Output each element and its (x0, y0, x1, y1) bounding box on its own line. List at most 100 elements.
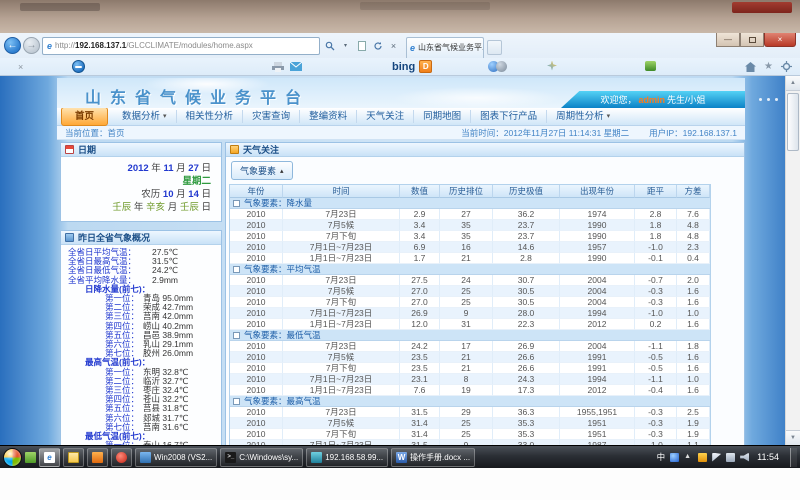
table-cell: -0.5 (635, 363, 677, 374)
printer-icon[interactable] (272, 62, 284, 72)
plugin-icon[interactable] (645, 61, 656, 73)
table-row[interactable]: 20107月下旬31.42535.31951-0.31.9 (230, 429, 710, 440)
browser-tab[interactable]: e 山东省气候业务平... × (406, 37, 484, 58)
table-row[interactable]: 20107月23日24.21726.92004-1.11.8 (230, 341, 710, 352)
table-row[interactable]: 20107月1日~7月23日23.1824.31994-1.11.0 (230, 374, 710, 385)
scroll-down-icon[interactable]: ▼ (786, 430, 800, 445)
taskbar-window-0[interactable]: e (39, 448, 60, 467)
addon-circle-icon[interactable] (72, 60, 85, 73)
table-cell: 2010 (230, 352, 283, 363)
table-section-header[interactable]: 气象要素：最低气温 (230, 330, 710, 341)
nav-item-8[interactable]: 周期性分析▾ (547, 110, 619, 123)
stop-icon[interactable]: × (387, 38, 400, 53)
taskbar-window-7[interactable]: W操作手册.docx ... (391, 448, 475, 467)
summary-group-title: 日降水量(前七)： (61, 285, 219, 294)
section-checkbox[interactable] (233, 200, 240, 207)
pinned-app-icon[interactable] (25, 452, 36, 463)
favorites-star-icon[interactable]: ★ (764, 61, 773, 72)
messenger-icon[interactable] (488, 61, 507, 72)
table-cell: 3.4 (400, 231, 440, 242)
table-cell: 1.9 (677, 418, 710, 429)
scroll-up-icon[interactable]: ▲ (786, 76, 800, 91)
nav-item-1[interactable]: 数据分析▾ (113, 110, 177, 123)
table-row[interactable]: 20107月1日~7月23日6.91614.61957-1.02.3 (230, 242, 710, 253)
tray-update-icon[interactable] (698, 453, 707, 462)
summary-panel-title: 昨日全省气象概况 (78, 231, 150, 244)
summary-panel: 昨日全省气象概况 全省日平均气温：27.5℃全省日最高气温：31.5℃全省日最低… (60, 230, 222, 445)
table-row[interactable]: 20107月5候31.42535.31951-0.31.9 (230, 418, 710, 429)
taskbar-clock[interactable]: 11:54 (757, 452, 779, 462)
search-icon[interactable] (323, 38, 336, 53)
table-row[interactable]: 20107月下旬27.02530.52004-0.31.6 (230, 297, 710, 308)
table-section-header[interactable]: 气象要素：降水量 (230, 198, 710, 209)
show-desktop-button[interactable] (790, 448, 797, 467)
nav-item-6[interactable]: 同期地图 (414, 110, 471, 123)
address-bar[interactable]: e http://192.168.137.1/GLCCLIMATE/module… (42, 37, 320, 55)
tray-globe-icon[interactable] (670, 453, 679, 462)
home-icon[interactable] (745, 62, 756, 72)
table-section-header[interactable]: 气象要素：最高气温 (230, 396, 710, 407)
nav-item-7[interactable]: 图表下行产品 (471, 110, 547, 123)
start-button[interactable] (3, 448, 22, 467)
table-cell: 1951 (560, 429, 635, 440)
table-row[interactable]: 20107月23日27.52430.72004-0.72.0 (230, 275, 710, 286)
page-viewport: 山东省气候业务平台 欢迎您，admin 先生/小姐 首页数据分析▾相关性分析灾害… (0, 76, 800, 445)
table-row[interactable]: 20107月下旬23.52126.61991-0.51.6 (230, 363, 710, 374)
refresh-icon[interactable] (371, 38, 384, 53)
new-tab-button[interactable] (487, 40, 502, 55)
settings-gear-icon[interactable] (781, 61, 792, 72)
element-filter-button[interactable]: 气象要素 ▴ (231, 161, 293, 180)
section-checkbox[interactable] (233, 266, 240, 273)
table-row[interactable]: 20107月下旬3.43523.719901.84.8 (230, 231, 710, 242)
taskbar-window-6[interactable]: 192.168.58.99... (306, 448, 388, 467)
search-dropdown-icon[interactable]: ▾ (339, 38, 352, 53)
table-cell: 1.8 (635, 220, 677, 231)
taskbar-window-4[interactable]: Win2008 (VS2... (135, 448, 217, 467)
taskbar-window-1[interactable] (63, 448, 84, 467)
nav-item-2[interactable]: 相关性分析 (177, 110, 244, 123)
minimize-button[interactable]: — (716, 33, 740, 47)
breadcrumb-bar: 当前位置：首页 当前时间：2012年11月27日 11:14:31 星期二 用户… (57, 126, 745, 140)
back-button[interactable]: ← (4, 37, 21, 54)
maximize-button[interactable] (740, 33, 764, 47)
table-cell: 2.3 (677, 242, 710, 253)
close-button[interactable]: × (764, 33, 796, 47)
bing-widget[interactable]: bing D (392, 60, 432, 73)
table-row[interactable]: 20107月1日~7月23日26.9928.01994-1.01.0 (230, 308, 710, 319)
nav-item-4[interactable]: 整编资料 (300, 110, 357, 123)
table-cell: 1.6 (677, 385, 710, 396)
table-row[interactable]: 20107月23日31.52936.31955,1951-0.32.5 (230, 407, 710, 418)
action-center-flag-icon[interactable] (712, 453, 721, 462)
nav-item-3[interactable]: 灾害查询 (243, 110, 300, 123)
volume-icon[interactable] (740, 453, 749, 462)
forward-button[interactable]: → (23, 37, 40, 54)
table-cell: 17 (440, 341, 493, 352)
compatibility-icon[interactable] (355, 38, 368, 53)
mail-icon[interactable] (290, 62, 302, 71)
section-checkbox[interactable] (233, 398, 240, 405)
table-row[interactable]: 20107月5候3.43523.719901.84.8 (230, 220, 710, 231)
taskbar-window-3[interactable] (111, 448, 132, 467)
ime-language-indicator[interactable]: 中 (657, 451, 666, 463)
nav-item-5[interactable]: 天气关注 (357, 110, 414, 123)
table-row[interactable]: 20107月5候23.52126.61991-0.51.6 (230, 352, 710, 363)
browser-chrome: ← → e http://192.168.137.1/GLCCLIMATE/mo… (0, 33, 800, 76)
bing-app-icon[interactable]: D (419, 60, 432, 73)
table-row[interactable]: 20107月23日2.92736.219742.87.6 (230, 209, 710, 220)
nav-item-label: 整编资料 (309, 110, 347, 123)
sparkle-icon[interactable] (547, 61, 557, 73)
scrollbar-thumb[interactable] (787, 93, 799, 151)
section-checkbox[interactable] (233, 332, 240, 339)
nav-item-0[interactable]: 首页 (61, 107, 108, 126)
table-cell: 1957 (560, 242, 635, 253)
toolbar-close-icon[interactable]: × (18, 62, 23, 72)
taskbar-window-2[interactable] (87, 448, 108, 467)
table-cell: 2010 (230, 341, 283, 352)
network-icon[interactable] (726, 453, 735, 462)
table-row[interactable]: 20107月5候27.02530.52004-0.31.6 (230, 286, 710, 297)
tray-caret-icon[interactable]: ▲ (684, 453, 693, 462)
summary-rank-row: 第一位：青岛 95.0mm (61, 294, 219, 303)
vertical-scrollbar[interactable]: ▲ ▼ (785, 76, 800, 445)
table-section-header[interactable]: 气象要素：平均气温 (230, 264, 710, 275)
taskbar-window-5[interactable]: >_C:\Windows\sy... (220, 448, 303, 467)
